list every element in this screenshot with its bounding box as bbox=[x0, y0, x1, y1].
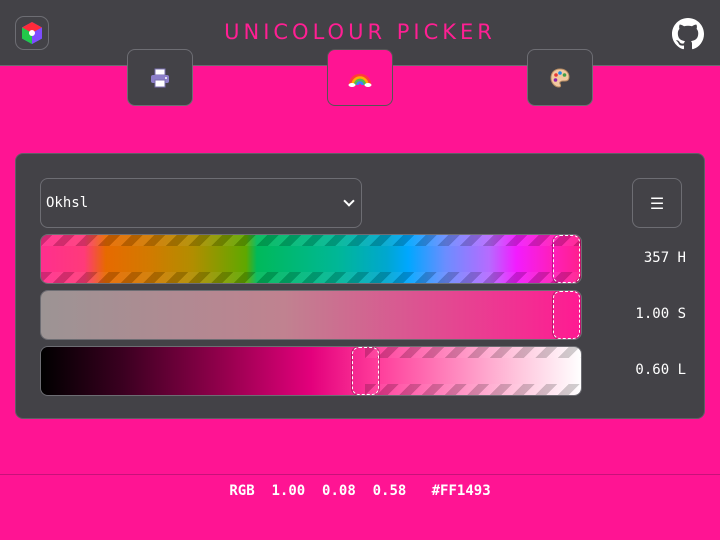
hue-slider[interactable] bbox=[40, 234, 582, 284]
saturation-slider[interactable] bbox=[40, 290, 582, 340]
chevron-down-icon bbox=[343, 195, 355, 207]
github-link[interactable] bbox=[671, 17, 705, 51]
picker-panel: Okhsl ☰ 357 H 1.00 S 0.60 L bbox=[15, 153, 705, 419]
tab-palette[interactable] bbox=[527, 49, 593, 106]
hue-thumb[interactable] bbox=[552, 235, 581, 283]
colour-space-select[interactable]: Okhsl bbox=[40, 178, 362, 228]
hue-value: 357 H bbox=[643, 250, 686, 266]
saturation-track bbox=[41, 291, 581, 339]
saturation-thumb[interactable] bbox=[552, 291, 581, 339]
lightness-value: 0.60 L bbox=[635, 362, 686, 378]
menu-button[interactable]: ☰ bbox=[632, 178, 682, 228]
rainbow-icon bbox=[348, 73, 372, 87]
palette-icon bbox=[550, 67, 570, 88]
page-title: UNICOLOUR PICKER bbox=[224, 20, 496, 44]
tab-print[interactable] bbox=[127, 49, 193, 106]
lightness-thumb[interactable] bbox=[350, 347, 380, 395]
colour-space-value: Okhsl bbox=[46, 195, 89, 211]
lightness-slider[interactable] bbox=[40, 346, 582, 396]
github-icon bbox=[672, 18, 704, 50]
tab-rainbow[interactable] bbox=[327, 49, 393, 106]
hue-gamut-hatch-bottom bbox=[41, 272, 581, 283]
lightness-gamut-hatch-bottom bbox=[365, 384, 581, 395]
printer-icon bbox=[151, 68, 169, 87]
hue-gamut-hatch-top bbox=[41, 235, 581, 246]
lightness-gamut-hatch-top bbox=[365, 347, 581, 358]
colour-readout: RGB 1.00 0.08 0.58 #FF1493 bbox=[229, 483, 491, 499]
hamburger-icon: ☰ bbox=[649, 193, 665, 213]
saturation-value: 1.00 S bbox=[635, 306, 686, 322]
footer-divider bbox=[0, 474, 720, 475]
